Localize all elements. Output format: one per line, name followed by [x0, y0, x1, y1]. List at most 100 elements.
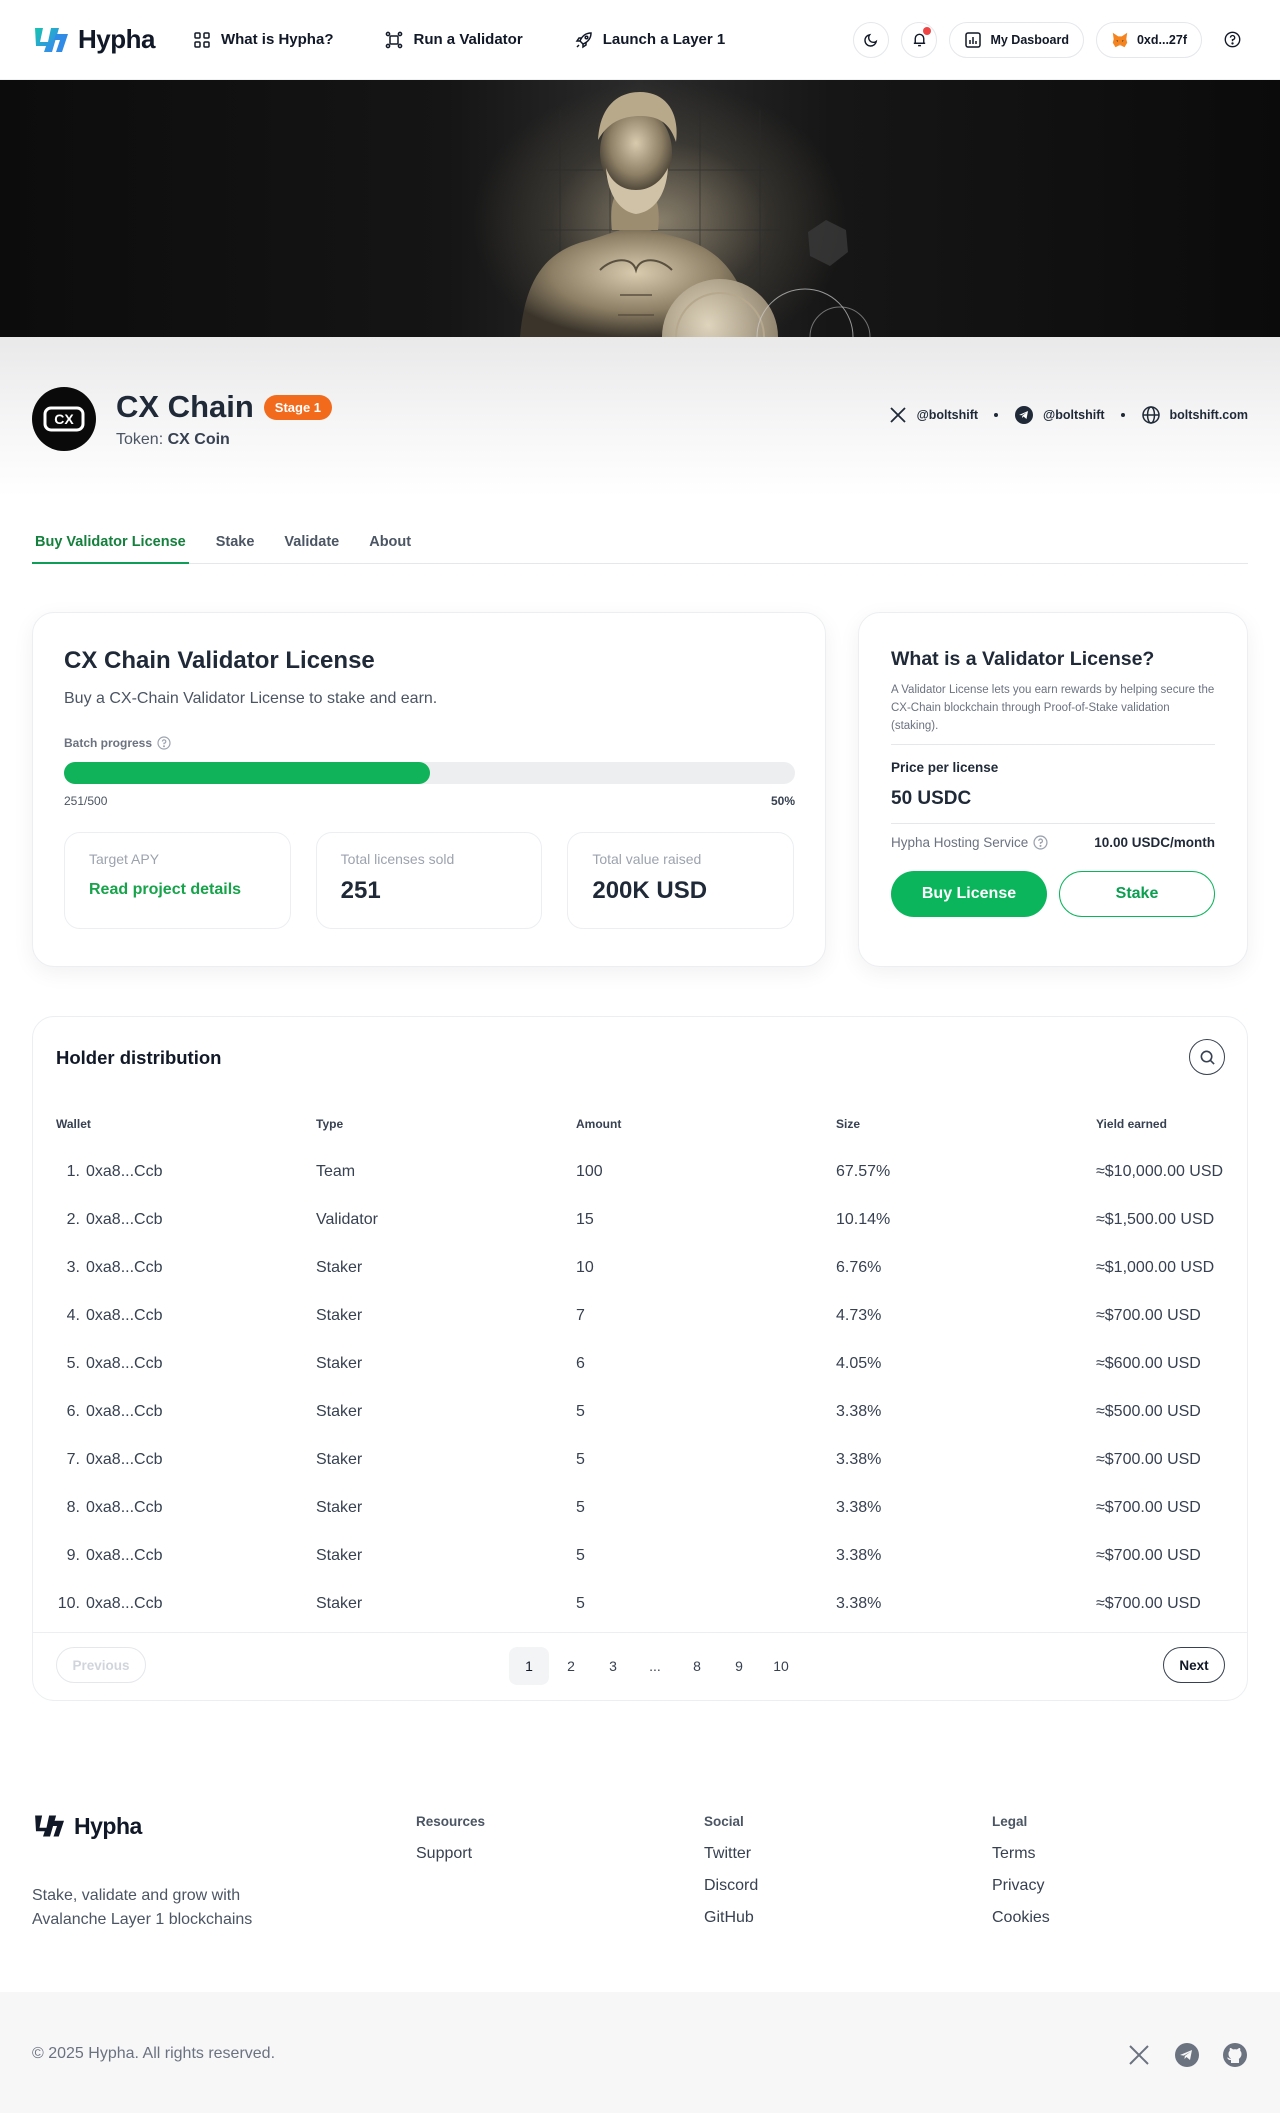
info-icon[interactable]: [1033, 835, 1048, 850]
type-cell: Staker: [316, 1595, 363, 1612]
footer-link-github[interactable]: GitHub: [704, 1909, 758, 1927]
theme-toggle-button[interactable]: [853, 21, 890, 58]
tab-validate[interactable]: Validate: [281, 530, 342, 564]
nav-what-is-hypha[interactable]: What is Hypha?: [193, 31, 333, 49]
project-info: CX Chain Stage 1 Token: CX Coin: [116, 389, 333, 449]
footer-column-title: Social: [704, 1814, 744, 1829]
table-row[interactable]: 6. 0xa8...Ccb Staker 5 3.38% ≈$500.00 USD: [56, 1388, 1226, 1436]
amount-cell: 7: [576, 1307, 585, 1324]
footer-logo[interactable]: Hypha: [32, 1812, 142, 1840]
page-ellipsis: ...: [649, 1658, 661, 1674]
wallet-address: 0xa8...Ccb: [86, 1451, 163, 1468]
wallet-button[interactable]: 0xd...27f: [1095, 21, 1202, 58]
github-icon[interactable]: [1222, 2042, 1248, 2068]
price-value: 50 USDC: [891, 788, 1215, 824]
column-header-type[interactable]: Type: [316, 1117, 576, 1131]
previous-page-button[interactable]: Previous: [56, 1647, 146, 1683]
amount-cell: 5: [576, 1451, 585, 1468]
cx-logo-text: CX: [54, 411, 74, 427]
type-cell: Team: [316, 1163, 356, 1180]
wallet-address: 0xa8...Ccb: [86, 1595, 163, 1612]
statue-illustration: [520, 92, 871, 337]
page-button[interactable]: 9: [719, 1647, 759, 1685]
table-row[interactable]: 9. 0xa8...Ccb Staker 5 3.38% ≈$700.00 USD: [56, 1532, 1226, 1580]
size-cell: 6.76%: [836, 1259, 882, 1276]
footer-link-support[interactable]: Support: [416, 1845, 485, 1863]
stage-badge: Stage 1: [263, 394, 333, 420]
license-title: CX Chain Validator License: [64, 647, 375, 674]
batch-progress-meta: 251/500 50%: [64, 794, 795, 808]
nav-launch-layer1[interactable]: Launch a Layer 1: [575, 31, 725, 49]
page-button[interactable]: 3: [593, 1647, 633, 1685]
separator-dot: [994, 413, 999, 417]
help-button[interactable]: [1216, 23, 1248, 56]
column-header-wallet[interactable]: Wallet: [56, 1117, 316, 1131]
page-button[interactable]: 10: [761, 1647, 801, 1685]
nav-run-validator[interactable]: Run a Validator: [385, 31, 523, 49]
column-header-yield[interactable]: Yield earned: [1096, 1117, 1226, 1131]
hosting-label: Hypha Hosting Service: [891, 835, 1048, 850]
footer-link-cookies[interactable]: Cookies: [992, 1909, 1050, 1927]
type-cell: Validator: [316, 1211, 378, 1228]
tab-stake[interactable]: Stake: [213, 530, 258, 564]
info-icon[interactable]: [157, 736, 171, 750]
buy-license-button[interactable]: Buy License: [891, 871, 1047, 917]
wallet-cell: 2. 0xa8...Ccb: [56, 1211, 316, 1229]
table-row[interactable]: 7. 0xa8...Ccb Staker 5 3.38% ≈$700.00 USD: [56, 1436, 1226, 1484]
column-header-amount[interactable]: Amount: [576, 1117, 836, 1131]
footer-link-discord[interactable]: Discord: [704, 1877, 758, 1895]
stat-value: 251: [340, 877, 381, 904]
yield-cell: ≈$1,000.00 USD: [1096, 1259, 1215, 1276]
search-icon: [1200, 1050, 1215, 1065]
wallet-cell: 1. 0xa8...Ccb: [56, 1163, 316, 1181]
telegram-icon[interactable]: [1174, 2042, 1200, 2068]
footer-link-twitter[interactable]: Twitter: [704, 1845, 758, 1863]
table-row[interactable]: 2. 0xa8...Ccb Validator 15 10.14% ≈$1,500…: [56, 1196, 1226, 1244]
site-footer: Hypha Stake, validate and grow with Aval…: [0, 1760, 1280, 1990]
table-row[interactable]: 4. 0xa8...Ccb Staker 7 4.73% ≈$700.00 USD: [56, 1292, 1226, 1340]
row-index: 8.: [66, 1499, 80, 1516]
footer-link-privacy[interactable]: Privacy: [992, 1877, 1050, 1895]
nav-links: What is Hypha? Run a Validator Launch a …: [193, 31, 725, 49]
validator-license-card: CX Chain Validator License Buy a CX-Chai…: [32, 612, 826, 967]
row-index: 6.: [66, 1403, 80, 1420]
page-button[interactable]: 2: [551, 1647, 591, 1685]
yield-cell: ≈$700.00 USD: [1096, 1499, 1201, 1516]
row-index: 3.: [66, 1259, 80, 1276]
next-page-button[interactable]: Next: [1163, 1647, 1225, 1683]
table-row[interactable]: 1. 0xa8...Ccb Team 100 67.57% ≈$10,000.00…: [56, 1148, 1226, 1196]
pagination-divider: [33, 1632, 1247, 1633]
holders-title: Holder distribution: [56, 1047, 222, 1068]
batch-progress-bar: [64, 762, 795, 784]
table-body: 1. 0xa8...Ccb Team 100 67.57% ≈$10,000.00…: [56, 1148, 1226, 1628]
table-row[interactable]: 8. 0xa8...Ccb Staker 5 3.38% ≈$700.00 USD: [56, 1484, 1226, 1532]
read-project-details-link[interactable]: Read project details: [89, 881, 266, 899]
table-row[interactable]: 5. 0xa8...Ccb Staker 6 4.05% ≈$600.00 USD: [56, 1340, 1226, 1388]
website-link[interactable]: boltshift.com: [1141, 405, 1248, 425]
telegram-link[interactable]: @boltshift: [1014, 405, 1105, 425]
hosting-label-text: Hypha Hosting Service: [891, 835, 1029, 850]
table-row[interactable]: 10. 0xa8...Ccb Staker 5 3.38% ≈$700.00 US…: [56, 1580, 1226, 1628]
my-dashboard-button[interactable]: My Dasboard: [949, 21, 1084, 58]
stat-label: Target APY: [89, 851, 160, 867]
batch-progress-fill: [64, 762, 430, 784]
tab-about[interactable]: About: [366, 530, 414, 564]
holders-search-button[interactable]: [1189, 1039, 1225, 1075]
nav-actions: My Dasboard 0xd...27f: [853, 21, 1248, 58]
page-button[interactable]: 8: [677, 1647, 717, 1685]
x-icon[interactable]: [1126, 2042, 1152, 2068]
page-button[interactable]: 1: [509, 1647, 549, 1685]
type-cell: Staker: [316, 1259, 363, 1276]
hypha-logo[interactable]: Hypha: [32, 24, 155, 56]
globe-icon: [1141, 406, 1160, 424]
table-row[interactable]: 3. 0xa8...Ccb Staker 10 6.76% ≈$1,000.00 …: [56, 1244, 1226, 1292]
wallet-cell: 5. 0xa8...Ccb: [56, 1355, 316, 1373]
notifications-button[interactable]: [901, 21, 938, 58]
footer-brand-name: Hypha: [74, 1812, 142, 1839]
tab-buy-validator-license[interactable]: Buy Validator License: [32, 530, 189, 564]
stake-button[interactable]: Stake: [1059, 871, 1215, 917]
x-link[interactable]: @boltshift: [888, 405, 978, 425]
column-header-size[interactable]: Size: [836, 1117, 1096, 1131]
footer-link-terms[interactable]: Terms: [992, 1845, 1050, 1863]
footer-tagline: Stake, validate and grow with Avalanche …: [32, 1887, 253, 1928]
